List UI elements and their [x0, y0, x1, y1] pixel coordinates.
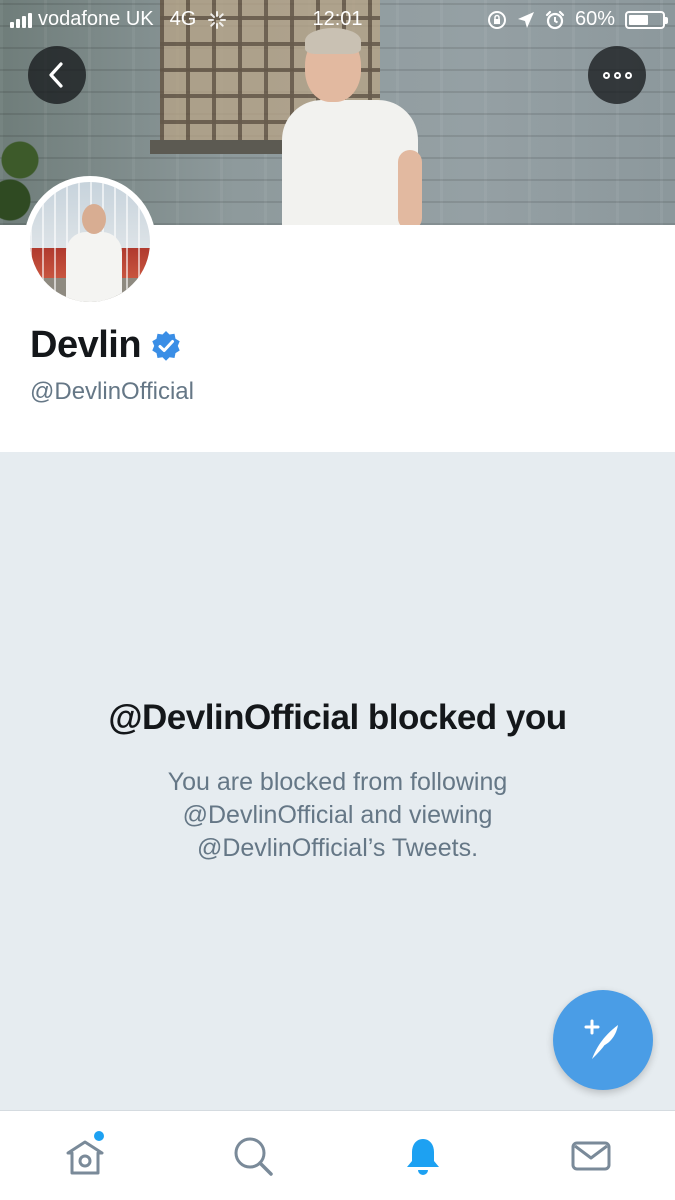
tab-bar [0, 1110, 675, 1200]
search-icon [234, 1137, 273, 1176]
profile-handle: @DevlinOfficial [30, 378, 194, 405]
battery-level [629, 14, 649, 25]
avatar-body [66, 232, 122, 302]
alarm-icon [545, 10, 565, 29]
location-arrow-icon [517, 11, 534, 28]
display-name-row: Devlin [30, 324, 181, 367]
blocked-line-2: @DevlinOfficial and viewing [182, 801, 493, 829]
more-horizontal-icon [602, 71, 632, 79]
blocked-line-3: @DevlinOfficial’s Tweets. [196, 834, 479, 862]
status-right: 60% [487, 8, 668, 31]
tab-notifications[interactable] [398, 1131, 448, 1181]
battery-percent: 60% [574, 8, 615, 30]
blocked-description: You are blocked from following @DevlinOf… [120, 766, 555, 865]
compose-tweet-button[interactable] [553, 990, 653, 1090]
bell-icon [407, 1139, 439, 1175]
back-button[interactable] [28, 46, 86, 104]
tab-search[interactable] [228, 1131, 278, 1181]
verified-badge-icon [152, 330, 180, 361]
compose-tweet-icon [584, 1019, 618, 1059]
avatar-head [82, 204, 106, 234]
battery-icon [625, 10, 668, 29]
blocked-line-1: You are blocked from following [167, 768, 508, 796]
tab-messages[interactable] [566, 1131, 616, 1181]
chevron-left-icon [49, 62, 63, 88]
envelope-icon [571, 1141, 611, 1171]
tab-home[interactable] [60, 1131, 110, 1181]
avatar[interactable] [24, 176, 156, 308]
more-options-button[interactable] [588, 46, 646, 104]
display-name: Devlin [30, 324, 142, 366]
blocked-title: @DevlinOfficial blocked you [108, 698, 567, 737]
notification-dot [94, 1131, 104, 1141]
orientation-lock-icon [487, 10, 506, 29]
person-arm [398, 150, 422, 225]
status-bar: vodafone UK 4G 12:01 60% [0, 0, 675, 38]
